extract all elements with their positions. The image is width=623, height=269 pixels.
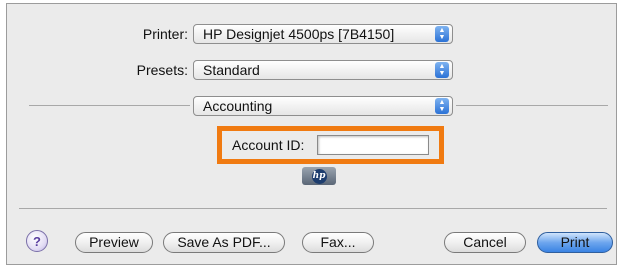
account-id-field[interactable] — [317, 135, 429, 155]
presets-value: Standard — [203, 62, 260, 78]
print-dialog: Printer: HP Designjet 4500ps [7B4150] ▲ ▼… — [6, 3, 617, 265]
presets-label: Presets: — [136, 62, 188, 78]
printer-value: HP Designjet 4500ps [7B4150] — [203, 26, 395, 42]
panel-value: Accounting — [203, 98, 273, 114]
fax-button[interactable]: Fax... — [302, 232, 374, 253]
up-down-arrows-icon: ▲ ▼ — [435, 98, 449, 114]
up-down-arrows-icon: ▲ ▼ — [435, 26, 449, 42]
separator-bottom — [19, 208, 607, 209]
panel-select[interactable]: Accounting ▲ ▼ — [193, 96, 453, 116]
separator-left — [29, 105, 190, 106]
printer-select[interactable]: HP Designjet 4500ps [7B4150] ▲ ▼ — [193, 24, 453, 44]
cancel-button[interactable]: Cancel — [444, 232, 526, 253]
hp-logo-icon: hp — [302, 167, 336, 185]
help-button[interactable]: ? — [26, 230, 48, 252]
account-id-highlight: Account ID: — [217, 126, 444, 164]
print-button[interactable]: Print — [537, 232, 613, 253]
account-id-label: Account ID: — [232, 137, 305, 153]
save-as-pdf-button[interactable]: Save As PDF... — [163, 232, 285, 253]
presets-select[interactable]: Standard ▲ ▼ — [193, 60, 453, 80]
preview-button[interactable]: Preview — [75, 232, 153, 253]
printer-label: Printer: — [142, 26, 188, 42]
separator-right — [456, 105, 608, 106]
up-down-arrows-icon: ▲ ▼ — [435, 62, 449, 78]
